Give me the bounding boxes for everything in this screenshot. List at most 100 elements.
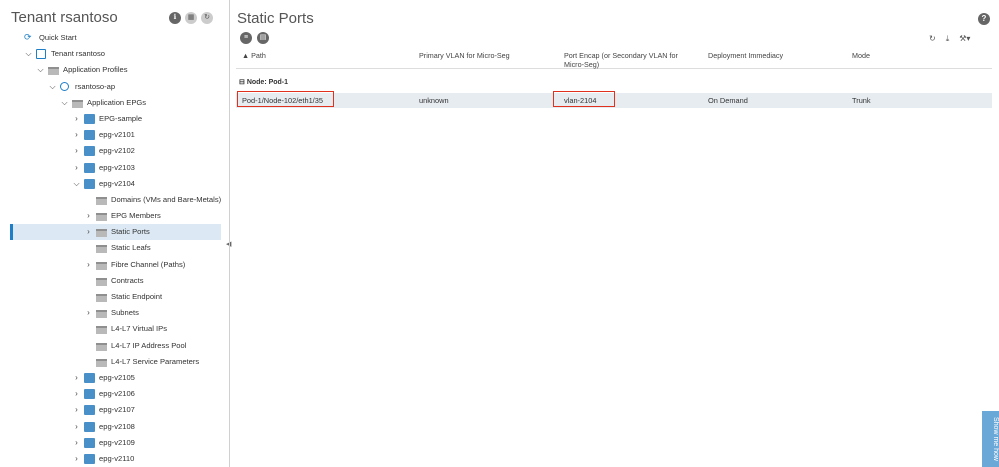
table-filter-icon[interactable]: ▤ [257, 32, 269, 44]
chevron-right-icon[interactable]: › [85, 305, 92, 321]
tree-node[interactable]: › epg-v2110 [0, 451, 226, 467]
help-icon[interactable]: ? [978, 13, 990, 25]
tree-node[interactable]: Static Leafs [0, 240, 226, 256]
highlight-box [553, 91, 615, 107]
chevron-right-icon[interactable]: › [73, 419, 80, 435]
tree-node[interactable]: › EPG Members [0, 208, 226, 224]
navigation-panel: Tenant rsantoso ℹ ▦ ↻ ⟳ Quick Start ⌵ Tenan… [0, 0, 226, 467]
folder-icon [96, 358, 107, 367]
tree-node[interactable]: ⌵ epg-v2104 [0, 176, 226, 192]
tree-node-label: epg-v2110 [99, 453, 135, 463]
column-mode[interactable]: Mode [852, 51, 912, 60]
tree-node-label: Static Endpoint [111, 292, 163, 301]
tree-node[interactable]: L4-L7 IP Address Pool [0, 338, 226, 354]
highlight-box [237, 91, 334, 107]
tree-node-label: epg-v2104 [99, 178, 135, 188]
column-deployment-immediacy[interactable]: Deployment Immediacy [708, 51, 828, 60]
tree-node-label: Contracts [111, 275, 144, 285]
epg-icon [84, 130, 95, 141]
tree-node-label: epg-v2109 [99, 437, 135, 447]
epg-icon [84, 178, 95, 189]
chevron-right-icon[interactable]: › [73, 451, 80, 467]
tree-node-label: L4-L7 IP Address Pool [111, 340, 187, 350]
chevron-right-icon[interactable]: › [73, 160, 80, 176]
chevron-down-icon[interactable]: ⌵ [49, 79, 56, 95]
tree-node[interactable]: › epg-v2108 [0, 419, 226, 435]
cell-immediacy: On Demand [708, 96, 748, 105]
tree-node[interactable]: ⌵ Tenant rsantoso [0, 46, 226, 62]
chevron-right-icon[interactable]: › [85, 208, 92, 224]
chevron-right-icon[interactable]: › [73, 143, 80, 159]
tenant-actions: ℹ ▦ ↻ [169, 12, 213, 24]
chevron-down-icon[interactable]: ⌵ [25, 46, 32, 62]
refresh-icon[interactable]: ↻ [929, 34, 936, 44]
tree-node-label: EPG-sample [99, 113, 143, 123]
tree-node-label: epg-v2107 [99, 405, 135, 415]
tenant-info-icon[interactable]: ℹ [169, 12, 181, 24]
app-profile-icon [60, 81, 69, 91]
group-label: Node: Pod-1 [246, 79, 289, 86]
folder-icon [96, 326, 107, 335]
tree-node[interactable]: ⌵ rsantoso-ap [0, 79, 226, 95]
tree-node-label: epg-v2101 [99, 130, 135, 140]
tree-node[interactable]: ⌵ Application Profiles [0, 62, 226, 78]
tree-node[interactable]: › EPG-sample [0, 111, 226, 127]
tenant-grid-icon[interactable]: ▦ [185, 12, 197, 24]
tenant-refresh-icon[interactable]: ↻ [201, 12, 213, 24]
tree-node[interactable]: › Static Ports [10, 224, 221, 241]
tree-node-label: L4-L7 Virtual IPs [111, 324, 168, 334]
epg-icon [84, 372, 95, 383]
tenant-title: Tenant rsantoso [11, 9, 118, 26]
tree-node-label: Domains (VMs and Bare-Metals) [111, 194, 222, 204]
folder-icon [96, 310, 107, 319]
tree-node-label: EPG Members [111, 211, 161, 221]
chevron-right-icon[interactable]: › [73, 386, 80, 402]
table-options-icon[interactable]: ≡ [240, 32, 252, 44]
tree-node[interactable]: Contracts [0, 273, 226, 289]
column-port-encap[interactable]: Port Encap (or Secondary VLAN for Micro-… [564, 51, 684, 69]
table-row[interactable]: Pod-1/Node-102/eth1/35 unknown vlan-2104… [236, 91, 992, 108]
folder-icon [96, 261, 107, 270]
folder-icon [96, 245, 107, 254]
tree-node[interactable]: › epg-v2105 [0, 370, 226, 386]
tree-node[interactable]: › epg-v2107 [0, 402, 226, 418]
chevron-down-icon[interactable]: ⌵ [73, 176, 80, 192]
chevron-right-icon[interactable]: › [73, 127, 80, 143]
tree-node[interactable]: Domains (VMs and Bare-Metals) [0, 192, 226, 208]
chevron-right-icon[interactable]: › [73, 370, 80, 386]
tree-node[interactable]: L4-L7 Service Parameters [0, 354, 226, 370]
show-me-how-tab[interactable]: Show me how [982, 411, 999, 467]
tree-node-label: epg-v2106 [99, 389, 135, 399]
chevron-down-icon[interactable]: ⌵ [61, 95, 68, 111]
tools-icon[interactable]: ⚒▾ [959, 34, 970, 44]
column-primary-vlan[interactable]: Primary VLAN for Micro-Seg [419, 51, 549, 60]
tree-node[interactable]: › epg-v2102 [0, 143, 226, 159]
column-path[interactable]: ▲ Path [242, 51, 382, 60]
group-header[interactable]: ⊟ Node: Pod-1 [236, 75, 992, 91]
tree-node[interactable]: › Subnets [0, 305, 226, 321]
chevron-right-icon[interactable]: › [73, 111, 80, 127]
tree-node[interactable]: ⟳ Quick Start [0, 30, 226, 46]
page-title: Static Ports [237, 10, 314, 27]
epg-icon [84, 437, 95, 448]
tree-node[interactable]: ⌵ Application EPGs [0, 95, 226, 111]
chevron-right-icon[interactable]: › [85, 224, 92, 240]
tree-node[interactable]: › Fibre Channel (Paths) [0, 257, 226, 273]
tree-node[interactable]: › epg-v2106 [0, 386, 226, 402]
chevron-right-icon[interactable]: › [73, 435, 80, 451]
epg-icon [84, 146, 95, 157]
tree-node[interactable]: L4-L7 Virtual IPs [0, 321, 226, 337]
tree-node-label: Static Leafs [111, 243, 151, 253]
tree-node[interactable]: Static Endpoint [0, 289, 226, 305]
chevron-right-icon[interactable]: › [85, 257, 92, 273]
group-collapse-icon[interactable]: ⊟ [239, 79, 247, 86]
main-panel: Static Ports ? ≡ ▤ ↻ ⤓ ⚒▾ ▲ Path Primary… [231, 0, 999, 467]
tree-node[interactable]: › epg-v2103 [0, 160, 226, 176]
chevron-right-icon[interactable]: › [73, 402, 80, 418]
download-icon[interactable]: ⤓ [946, 34, 950, 44]
table-header: ▲ Path Primary VLAN for Micro-Seg Port E… [236, 48, 992, 69]
chevron-down-icon[interactable]: ⌵ [37, 62, 44, 78]
tree-node-label: rsantoso-ap [75, 81, 116, 91]
tree-node[interactable]: › epg-v2109 [0, 435, 226, 451]
tree-node[interactable]: › epg-v2101 [0, 127, 226, 143]
